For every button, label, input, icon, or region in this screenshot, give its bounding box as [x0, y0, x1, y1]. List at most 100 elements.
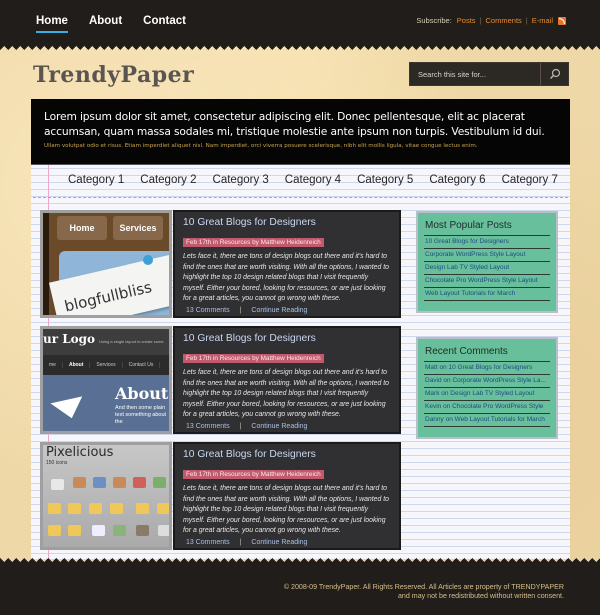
search-button[interactable]	[540, 63, 568, 85]
thumb-tab: Services	[113, 216, 163, 240]
widget-title: Recent Comments	[425, 346, 508, 357]
rss-icon[interactable]	[558, 16, 566, 25]
calendar-icon	[51, 479, 64, 490]
nav-home[interactable]: Home	[36, 15, 68, 33]
post-body: 10 Great Blogs for Designers Feb 17th in…	[173, 442, 401, 550]
post-excerpt: Lets face it, there are tons of design b…	[183, 253, 390, 302]
main-nav: Home About Contact	[36, 15, 186, 33]
post-excerpt: Lets face it, there are tons of design b…	[183, 485, 390, 534]
post-meta: Feb 17th in Resources by Matthew Heidenr…	[183, 470, 324, 479]
recent-comments-widget: Recent Comments Matt on 10 Great Blogs f…	[416, 337, 558, 439]
user-icon	[113, 477, 126, 488]
post-excerpt: Lets face it, there are tons of design b…	[183, 369, 390, 418]
category-link[interactable]: Category 4	[285, 174, 341, 186]
search-box	[409, 62, 569, 86]
user-icon	[133, 477, 146, 488]
category-link[interactable]: Category 6	[429, 174, 485, 186]
top-bar: Home About Contact Subscribe: Posts | Co…	[0, 0, 600, 44]
widget-title: Most Popular Posts	[425, 220, 512, 231]
thumb-count: 150 icons	[46, 460, 68, 466]
continue-reading-link[interactable]: Continue Reading	[251, 539, 307, 546]
divider	[424, 426, 550, 427]
footer: © 2008-09 TrendyPaper. All Rights Reserv…	[0, 565, 600, 615]
post-footer: 13 Comments | Continue Reading	[183, 307, 391, 314]
continue-reading-link[interactable]: Continue Reading	[251, 307, 307, 314]
post-body: 10 Great Blogs for Designers Feb 17th in…	[173, 210, 401, 318]
search-input[interactable]	[410, 63, 540, 85]
post-meta: Feb 17th in Resources by Matthew Heidenr…	[183, 354, 324, 363]
intro-banner: Lorem ipsum dolor sit amet, consectetur …	[31, 99, 570, 165]
comments-link[interactable]: 13 Comments	[186, 307, 230, 314]
post-item: Home Services blogfullbliss 10 Great Blo…	[40, 210, 401, 318]
subscribe-comments-link[interactable]: Comments	[486, 16, 522, 25]
post-thumbnail[interactable]: Home Services blogfullbliss	[40, 210, 172, 318]
separator: |	[239, 422, 242, 430]
popular-post-link[interactable]: Design Lab TV Styled Layout	[424, 261, 550, 274]
copyright-line-1: © 2008-09 TrendyPaper. All Rights Reserv…	[283, 583, 564, 591]
site-logo[interactable]: TrendyPaper	[33, 62, 194, 88]
nav-contact[interactable]: Contact	[143, 15, 186, 33]
comments-link[interactable]: 13 Comments	[186, 539, 230, 546]
continue-reading-link[interactable]: Continue Reading	[251, 423, 307, 430]
user-icon	[73, 477, 86, 488]
image-icon	[113, 525, 126, 536]
folder-icon	[89, 503, 102, 514]
thumb-tagline: Using a single layout to create some	[99, 339, 164, 344]
pin-icon	[143, 255, 153, 265]
recent-comment-link[interactable]: David on Corporate WordPress Style La...	[424, 374, 550, 387]
subscribe-bar: Subscribe: Posts | Comments | E-mail	[416, 16, 566, 25]
thumb-heading: About	[115, 384, 169, 403]
folder-icon	[68, 503, 81, 514]
thumb-tab: Home	[57, 216, 107, 240]
image-icon	[153, 477, 166, 488]
category-link[interactable]: Category 2	[140, 174, 196, 186]
separator: |	[525, 16, 528, 25]
recent-comment-link[interactable]: Danny on Web Layout Tutorials for March	[424, 413, 550, 426]
document-icon	[158, 525, 169, 536]
intro-sub-text: Ullam volutpat odio et risus. Etiam impe…	[44, 143, 478, 149]
popular-post-link[interactable]: 10 Great Blogs for Designers	[424, 235, 550, 248]
thumb-menu-item: About	[63, 362, 91, 368]
thumb-menu-item: Services	[90, 362, 123, 368]
post-title[interactable]: 10 Great Blogs for Designers	[183, 217, 391, 228]
intro-lead-text: Lorem ipsum dolor sit amet, consectetur …	[44, 110, 545, 138]
user-icon	[136, 525, 149, 536]
popular-post-link[interactable]: Web Layout Tutorials for March	[424, 287, 550, 300]
category-link[interactable]: Category 5	[357, 174, 413, 186]
thumb-header: ur Logo Using a single layout to create s…	[43, 329, 169, 355]
thumb-menu-item: me	[43, 362, 63, 368]
folder-icon	[136, 503, 149, 514]
folder-icon	[110, 503, 123, 514]
recent-comment-link[interactable]: Kevin on Chocolate Pro WordPress Style	[424, 400, 550, 413]
post-title[interactable]: 10 Great Blogs for Designers	[183, 333, 391, 344]
divider	[424, 300, 550, 301]
popular-post-link[interactable]: Chocolate Pro WordPress Style Layout	[424, 274, 550, 287]
thumb-text: And then some plain text something about…	[115, 405, 167, 425]
category-link[interactable]: Category 3	[213, 174, 269, 186]
user-icon	[93, 477, 106, 488]
category-link[interactable]: Category 7	[502, 174, 558, 186]
folder-icon	[68, 525, 81, 536]
search-icon	[549, 68, 560, 79]
thumb-menu: me About Services Contact Us	[43, 355, 169, 375]
document-icon	[92, 525, 105, 536]
popular-post-link[interactable]: Corporate WordPress Style Layout	[424, 248, 550, 261]
subscribe-email-link[interactable]: E-mail	[532, 16, 553, 25]
popular-posts-widget: Most Popular Posts 10 Great Blogs for De…	[416, 211, 558, 313]
comments-link[interactable]: 13 Comments	[186, 423, 230, 430]
thumb-menu-item: Contact Us	[123, 362, 161, 368]
recent-comment-link[interactable]: Matt on 10 Great Blogs for Designers	[424, 361, 550, 374]
post-title[interactable]: 10 Great Blogs for Designers	[183, 449, 391, 460]
zigzag-edge-top	[0, 42, 600, 50]
category-link[interactable]: Category 1	[68, 174, 124, 186]
category-nav: Category 1 Category 2 Category 3 Categor…	[68, 174, 558, 186]
subscribe-posts-link[interactable]: Posts	[457, 16, 476, 25]
post-thumbnail[interactable]: ur Logo Using a single layout to create s…	[40, 326, 172, 434]
recent-comment-link[interactable]: Mark on Design Lab TV Styled Layout	[424, 387, 550, 400]
post-item: Pixelicious 150 icons 10 Great Blogs for…	[40, 442, 401, 550]
nav-about[interactable]: About	[89, 15, 122, 33]
copyright-line-2: and may not be redistributed without wri…	[397, 592, 564, 600]
separator: |	[239, 538, 242, 546]
post-body: 10 Great Blogs for Designers Feb 17th in…	[173, 326, 401, 434]
post-thumbnail[interactable]: Pixelicious 150 icons	[40, 442, 172, 550]
